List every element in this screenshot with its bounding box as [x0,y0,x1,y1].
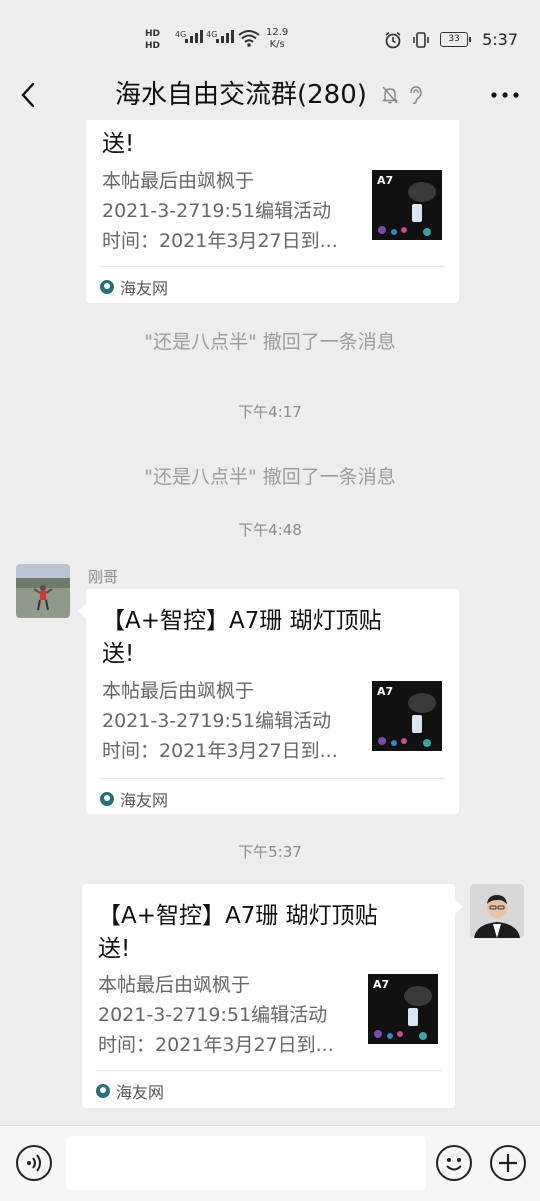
network-indicator: HD HD [145,29,161,51]
svg-text:A7: A7 [377,174,393,187]
network-speed: 12.9 K/s [266,27,289,50]
svg-text:A7: A7 [373,978,389,991]
avatar[interactable] [16,564,70,618]
card-description: 本帖最后由飒枫于 2021-3-2719:51编辑活动 时间：2021年3月27… [102,680,338,762]
signal-icon [185,30,203,43]
alarm-icon [385,31,401,48]
mute-icon [381,86,399,104]
signal-icon-2 [216,30,234,43]
source-logo-icon [100,280,114,294]
avatar[interactable] [470,884,524,938]
recall-notice: "还是八点半" 撤回了一条消息 [144,466,396,488]
recall-notice: "还是八点半" 撤回了一条消息 [144,331,396,353]
timestamp: 下午5:37 [238,843,302,861]
link-card[interactable]: 送! 本帖最后由飒枫于 2021-3-2719:51编辑活动 时间：2021年3… [86,120,459,303]
status-right: 33 5:37 [384,30,518,49]
voice-input-button[interactable] [16,1145,52,1181]
card-description: 本帖最后由飒枫于 2021-3-2719:51编辑活动 时间：2021年3月27… [102,170,338,252]
chat-header: 海水自由交流群(280) [0,70,540,120]
card-title: 送! [102,131,135,157]
wifi-icon [238,30,260,47]
emoji-button[interactable] [436,1145,472,1181]
sender-name: 刚哥 [88,568,119,586]
card-thumbnail: A7 [368,974,438,1044]
timestamp: 下午4:17 [238,403,302,421]
bubble-tail [455,900,463,914]
earpiece-icon [410,86,422,105]
bubble-tail [78,604,86,618]
status-bar: HD HD 4G 4G 12.9 K/s 33 5:37 [0,0,540,70]
card-source: 海友网 [100,275,168,299]
more-icon[interactable] [488,82,522,108]
svg-text:A7: A7 [377,685,393,698]
card-divider [100,266,445,267]
card-divider [100,778,445,779]
link-card[interactable]: 【A+智控】A7珊 瑚灯顶贴 送! 本帖最后由飒枫于 2021-3-2719:5… [86,589,459,814]
card-source: 海友网 [96,1079,164,1103]
clock: 5:37 [482,30,518,49]
emoji-icon [446,1158,462,1171]
chat-area[interactable]: 送! 本帖最后由飒枫于 2021-3-2719:51编辑活动 时间：2021年3… [0,120,540,1125]
card-source: 海友网 [100,787,168,811]
card-thumbnail: A7 [372,170,442,240]
card-title: 【A+智控】A7珊 瑚灯顶贴 送! [102,608,382,667]
source-logo-icon [96,1084,110,1098]
input-bar [0,1125,540,1201]
timestamp: 下午4:48 [238,521,302,539]
link-card[interactable]: 【A+智控】A7珊 瑚灯顶贴 送! 本帖最后由飒枫于 2021-3-2719:5… [82,884,455,1108]
chat-title: 海水自由交流群(280) [115,80,367,110]
card-title: 【A+智控】A7珊 瑚灯顶贴 送! [98,903,378,962]
battery-icon: 33 [440,32,472,47]
back-icon[interactable] [14,78,44,112]
plus-icon [499,1154,517,1172]
more-actions-button[interactable] [490,1145,526,1181]
card-thumbnail: A7 [372,681,442,751]
card-description: 本帖最后由飒枫于 2021-3-2719:51编辑活动 时间：2021年3月27… [98,974,334,1056]
vibrate-icon [413,31,429,48]
message-input[interactable] [66,1136,426,1190]
source-logo-icon [100,792,114,806]
card-divider [96,1070,441,1071]
voice-icon [27,1154,41,1172]
